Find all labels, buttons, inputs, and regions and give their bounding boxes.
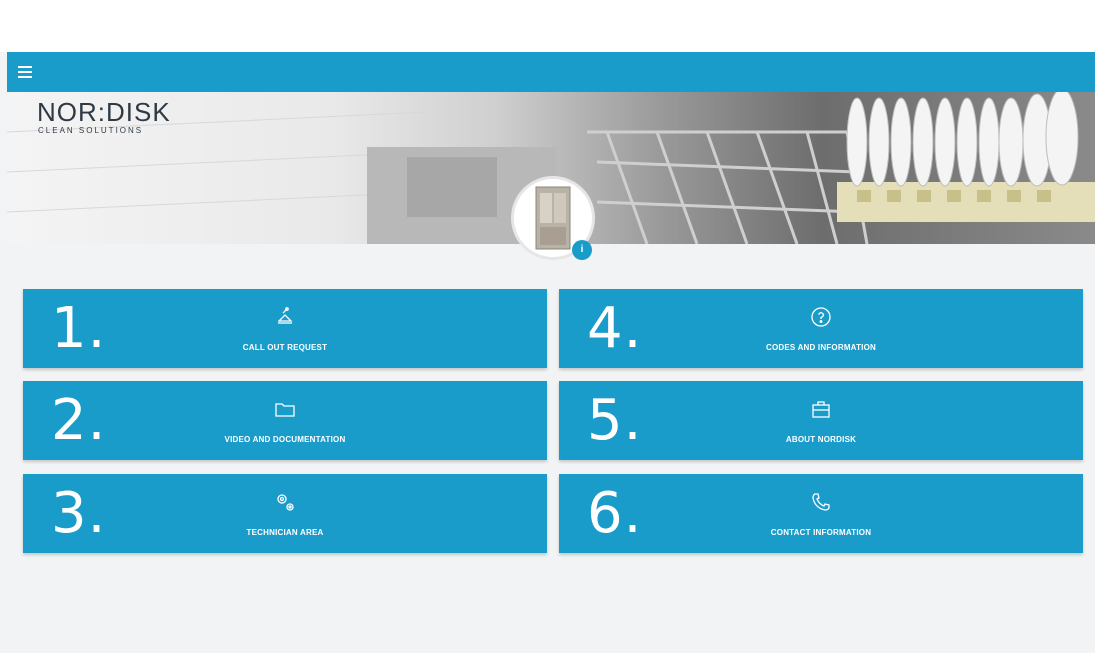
gears-icon: [277, 494, 294, 511]
tile-label: TECHNICIAN AREA: [246, 528, 324, 537]
service-bell-icon: [277, 307, 293, 324]
app-bar: [7, 52, 1095, 92]
top-strip: [0, 0, 1095, 52]
info-button[interactable]: i: [572, 240, 592, 260]
tile-label: ABOUT NORDISK: [785, 435, 857, 444]
tile-call-out-request[interactable]: 1. CALL OUT REQUEST: [23, 289, 547, 368]
tile-codes-and-information[interactable]: 4. CODES AND INFORMATION: [559, 289, 1083, 368]
nordisk-logo: NOR:DISK CLEAN SOLUTIONS: [37, 98, 171, 136]
tile-contact-information[interactable]: 6. CONTACT INFORMATION: [559, 474, 1083, 553]
tile-label: CODES AND INFORMATION: [766, 343, 876, 352]
tile-video-and-documentation[interactable]: 2. VIDEO AND DOCUMENTATION: [23, 381, 547, 460]
question-circle-icon: [811, 307, 831, 327]
logo-sub-text: CLEAN SOLUTIONS: [38, 126, 144, 135]
hamburger-menu-icon[interactable]: [18, 66, 32, 78]
tile-about-nordisk[interactable]: 5. ABOUT NORDISK: [559, 381, 1083, 460]
tile-technician-area[interactable]: 3. TECHNICIAN AREA: [23, 474, 547, 553]
tile-label: CALL OUT REQUEST: [242, 343, 328, 352]
folder-icon: [275, 403, 295, 417]
phone-icon: [812, 493, 830, 511]
tile-label: VIDEO AND DOCUMENTATION: [224, 435, 346, 444]
logo-main-text: NOR:DISK: [37, 97, 171, 127]
tile-label: CONTACT INFORMATION: [770, 528, 872, 537]
briefcase-icon: [812, 401, 830, 418]
